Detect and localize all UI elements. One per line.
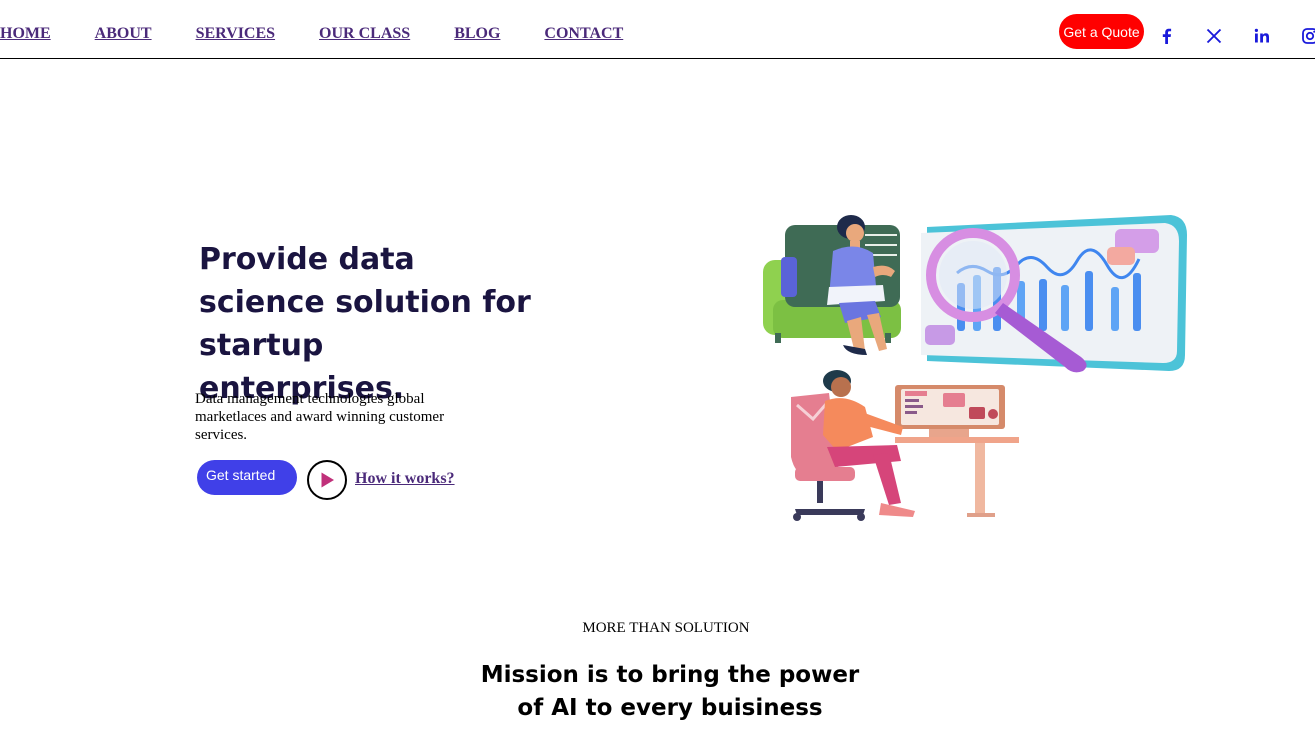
instagram-icon[interactable] — [1300, 26, 1315, 46]
section-title-line-1: Mission is to bring the power — [480, 662, 860, 688]
how-it-works-link[interactable]: How it works? — [355, 470, 455, 488]
nav-link-contact[interactable]: CONTACT — [544, 24, 623, 44]
nav-links: HOME ABOUT SERVICES OUR CLASS BLOG CONTA… — [0, 24, 667, 44]
get-a-quote-button[interactable]: Get a Quote — [1059, 14, 1144, 49]
nav-link-home[interactable]: HOME — [0, 24, 51, 44]
nav-link-services[interactable]: SERVICES — [196, 24, 275, 44]
top-navigation: HOME ABOUT SERVICES OUR CLASS BLOG CONTA… — [0, 0, 1315, 59]
section-title: Mission is to bring the power of AI to e… — [0, 659, 1315, 725]
nav-link-about[interactable]: ABOUT — [95, 24, 152, 44]
linkedin-icon[interactable] — [1252, 26, 1272, 46]
section-eyebrow: MORE THAN SOLUTION — [582, 620, 750, 636]
facebook-icon[interactable] — [1157, 26, 1177, 46]
play-icon — [321, 472, 334, 488]
hero-description: Data management technologies global mark… — [195, 391, 445, 443]
get-started-button[interactable]: Get started — [197, 460, 297, 495]
hero-illustration — [763, 215, 1187, 521]
nav-link-blog[interactable]: BLOG — [454, 24, 500, 44]
x-icon[interactable] — [1204, 26, 1224, 46]
section-title-line-2: of AI to every buisiness — [517, 695, 823, 721]
man-at-desk — [791, 370, 1019, 521]
nav-link-our-class[interactable]: OUR CLASS — [319, 24, 410, 44]
analytics-panel — [921, 215, 1187, 373]
hero-title: Provide data science solution for startu… — [199, 242, 531, 406]
play-button[interactable] — [307, 460, 347, 500]
